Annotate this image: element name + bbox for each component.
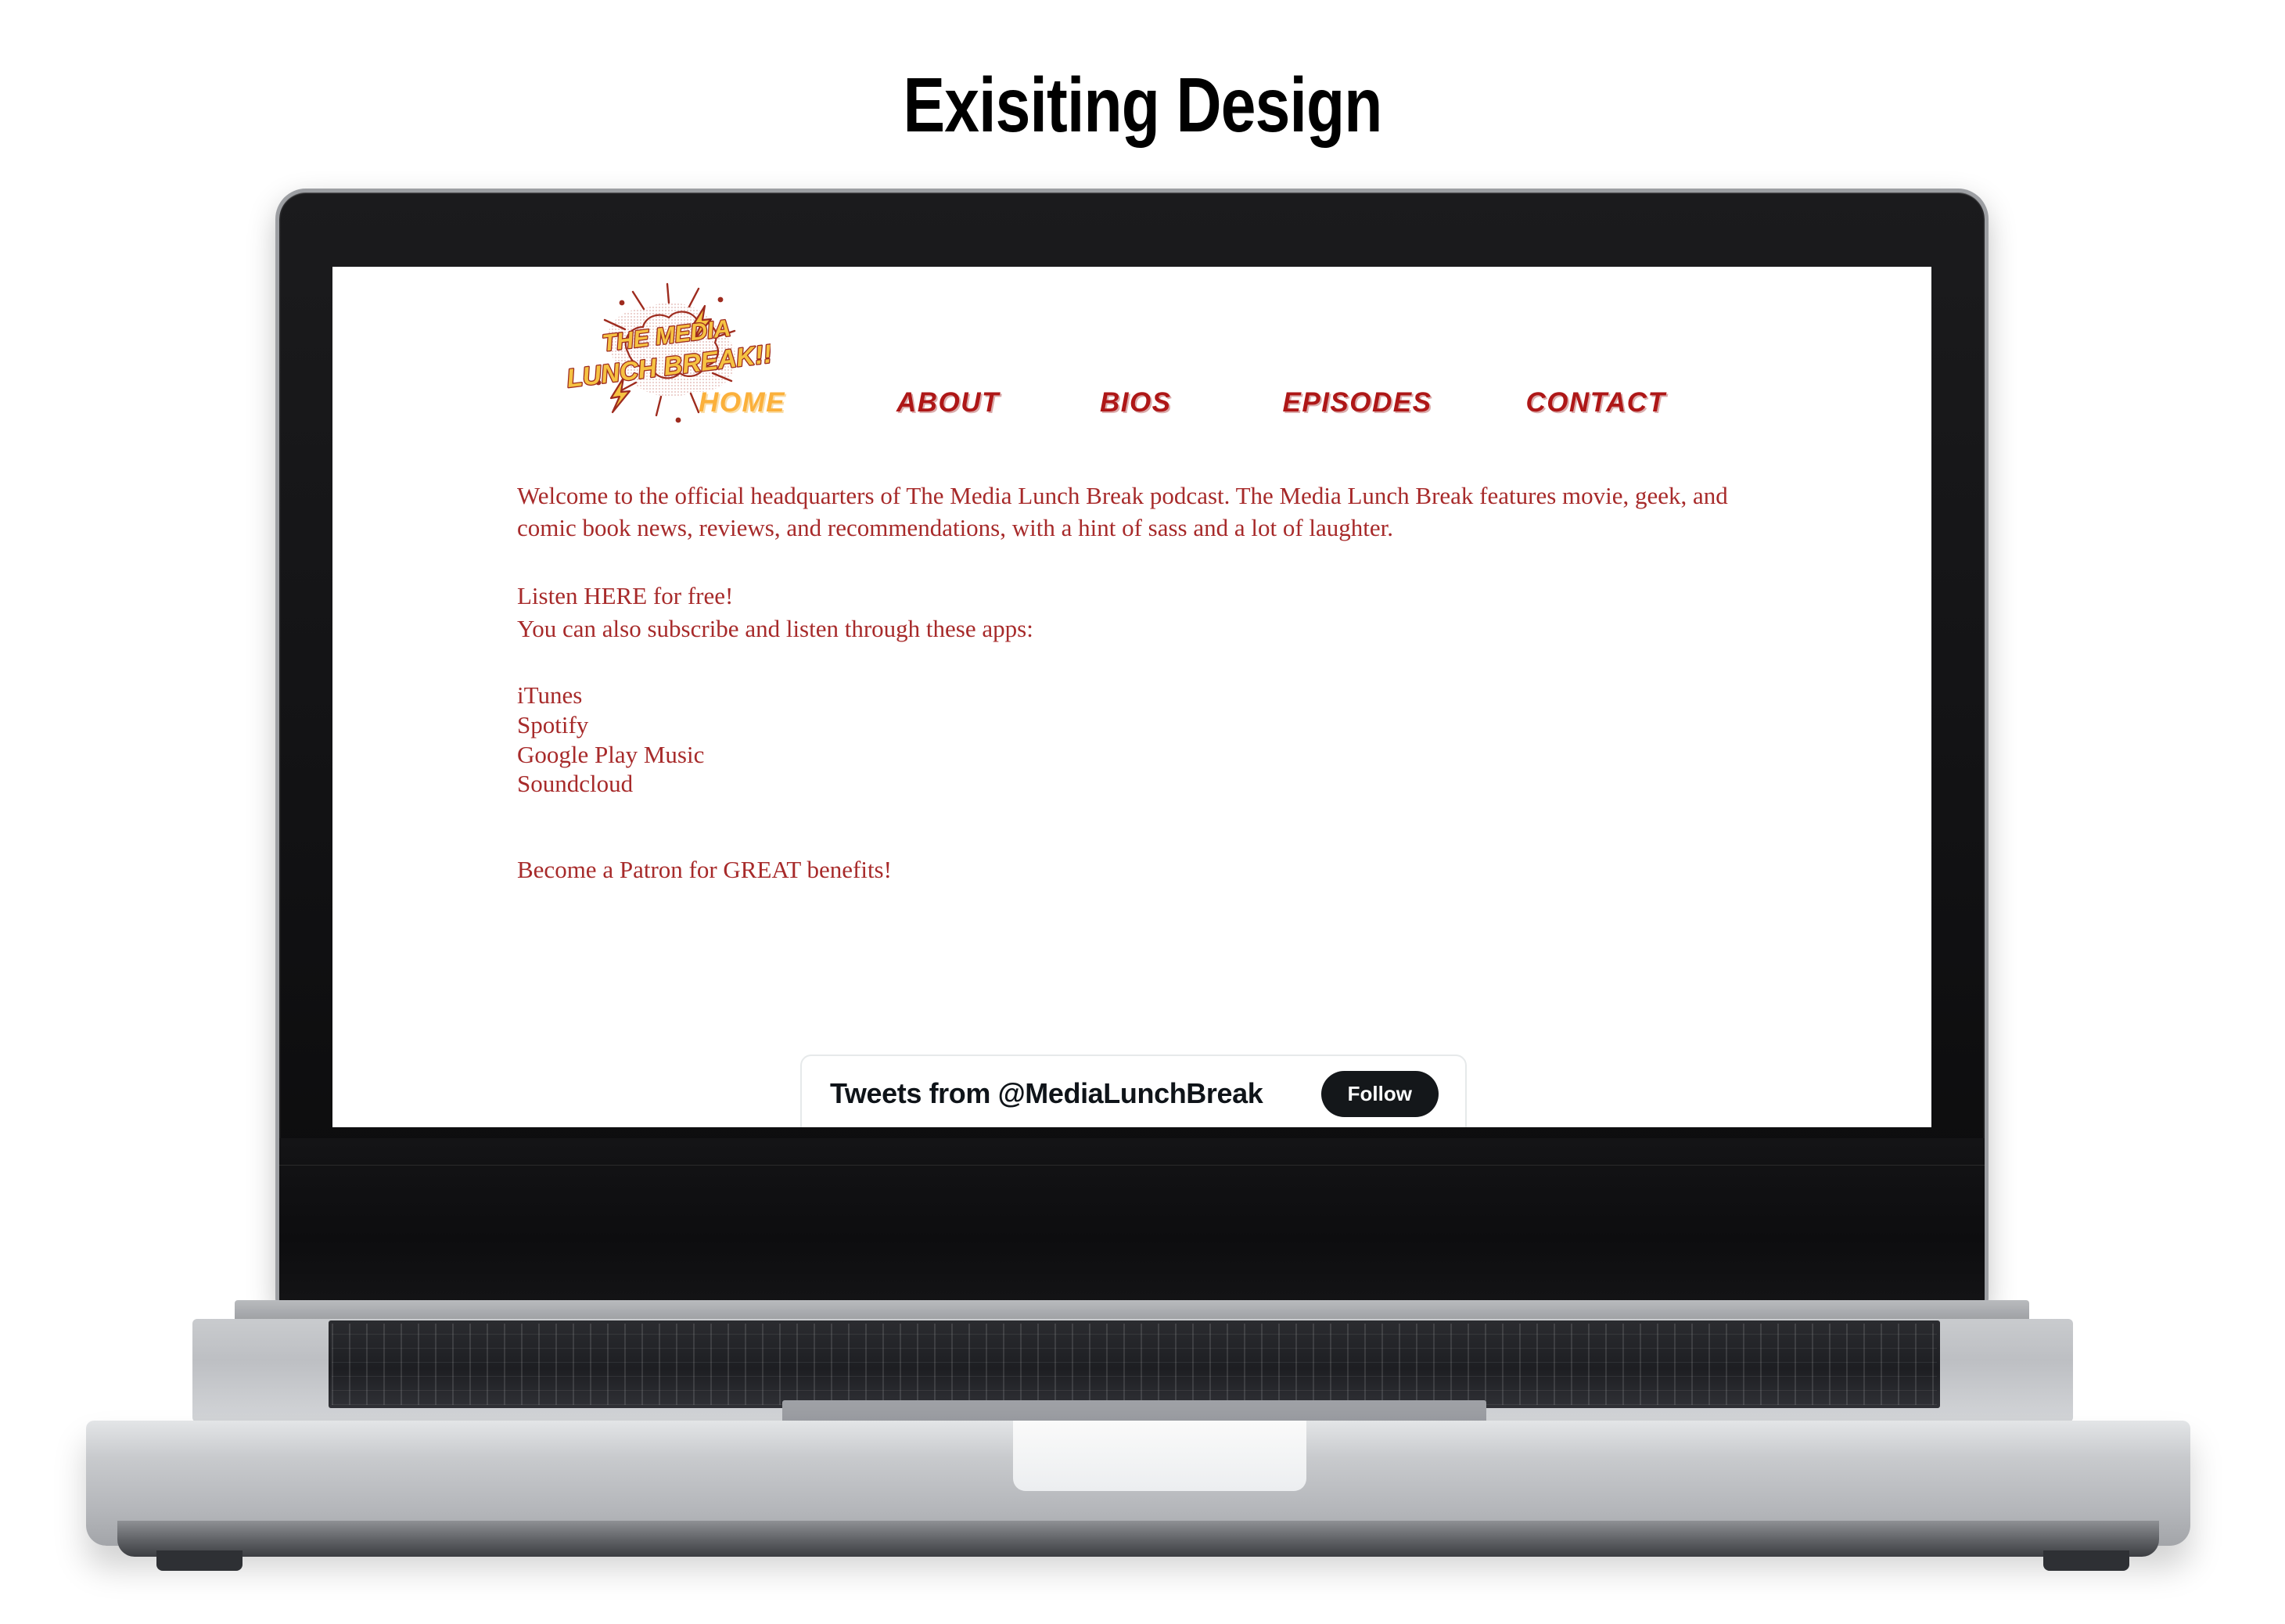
app-link-itunes[interactable]: iTunes xyxy=(517,681,1831,710)
nav-item-bios[interactable]: BIOS xyxy=(1100,387,1172,419)
laptop-keyboard xyxy=(329,1320,1940,1408)
listen-block: Listen HERE for free! You can also subsc… xyxy=(517,580,1831,644)
page-title: Exisiting Design xyxy=(903,62,1382,148)
listen-line[interactable]: Listen HERE for free! xyxy=(517,580,1831,612)
nav-item-episodes[interactable]: EPISODES xyxy=(1283,387,1432,419)
lid-bottom-bezel xyxy=(279,1138,1985,1306)
app-link-spotify[interactable]: Spotify xyxy=(517,710,1831,740)
main-navigation: HOME ABOUT BIOS EPISODES CONTACT xyxy=(699,387,1665,419)
laptop-front-notch xyxy=(1013,1421,1306,1491)
subscribe-line: You can also subscribe and listen throug… xyxy=(517,614,1033,642)
twitter-widget-title: Tweets from @MediaLunchBreak xyxy=(830,1077,1263,1109)
page-content: Welcome to the official headquarters of … xyxy=(517,480,1831,886)
patron-line[interactable]: Become a Patron for GREAT benefits! xyxy=(517,853,1831,886)
laptop-foot-right xyxy=(2043,1550,2129,1571)
website-root: THE MEDIA LUNCH BREAK!! HOME ABOUT BIOS xyxy=(332,267,1931,1127)
laptop-foot-left xyxy=(156,1550,243,1571)
app-link-soundcloud-label[interactable]: Soundcloud xyxy=(517,770,633,797)
laptop-mockup: THE MEDIA LUNCH BREAK!! HOME ABOUT BIOS xyxy=(0,180,2285,1571)
app-link-itunes-label[interactable]: iTunes xyxy=(517,681,582,709)
laptop-lid: THE MEDIA LUNCH BREAK!! HOME ABOUT BIOS xyxy=(279,192,1985,1306)
app-link-google-play-music-label[interactable]: Google Play Music xyxy=(517,741,704,768)
nav-item-about[interactable]: ABOUT xyxy=(896,387,1000,419)
app-link-soundcloud[interactable]: Soundcloud xyxy=(517,769,1831,799)
site-header: THE MEDIA LUNCH BREAK!! HOME ABOUT BIOS xyxy=(332,267,1931,470)
intro-paragraph: Welcome to the official headquarters of … xyxy=(517,482,1728,542)
nav-item-home[interactable]: HOME xyxy=(699,387,785,419)
laptop-screen: THE MEDIA LUNCH BREAK!! HOME ABOUT BIOS xyxy=(332,267,1931,1127)
follow-button[interactable]: Follow xyxy=(1320,1070,1439,1117)
laptop-base-underside xyxy=(117,1521,2159,1557)
twitter-timeline-widget: Tweets from @MediaLunchBreak Follow xyxy=(800,1055,1467,1127)
app-link-spotify-label[interactable]: Spotify xyxy=(517,711,588,738)
app-list: iTunes Spotify Google Play Music Soundcl… xyxy=(517,681,1831,799)
app-link-google-play-music[interactable]: Google Play Music xyxy=(517,740,1831,770)
twitter-widget-header: Tweets from @MediaLunchBreak Follow xyxy=(802,1056,1465,1127)
nav-item-contact[interactable]: CONTACT xyxy=(1525,387,1665,419)
